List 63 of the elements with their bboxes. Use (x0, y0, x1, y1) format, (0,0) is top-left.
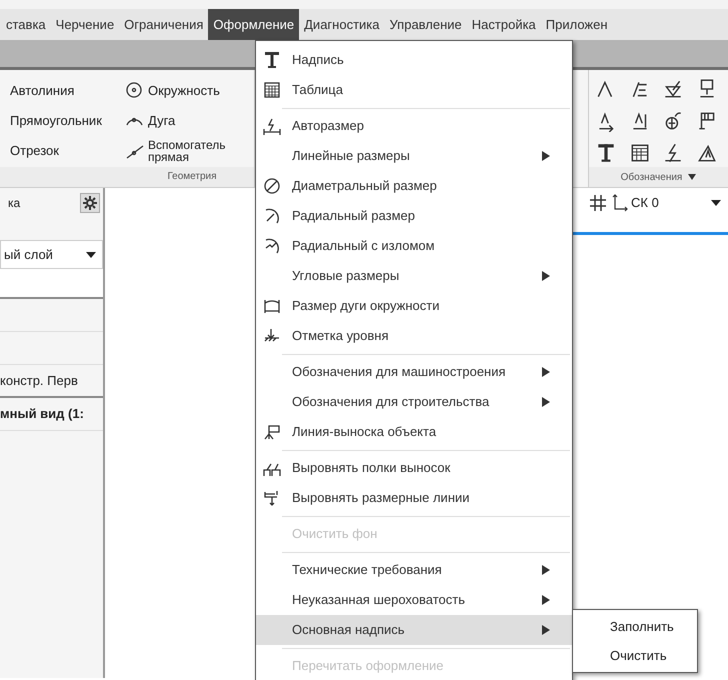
menu-bar-item[interactable]: Диагностика (299, 9, 384, 40)
ribbon-command[interactable]: Прямоугольник (10, 106, 125, 136)
menu-item[interactable]: Размер дуги окружности (256, 291, 572, 321)
menu-item[interactable]: Обозначения для машиностроения (256, 357, 572, 387)
menu-bar-item[interactable]: Ограничения (119, 9, 208, 40)
ribbon-tool[interactable]: Вспомогатель прямая (125, 136, 226, 166)
table-icon (262, 80, 282, 100)
tree-row[interactable]: констр. Перв (0, 365, 103, 398)
menu-item[interactable]: Угловые размеры (256, 261, 572, 291)
menu-item[interactable]: Выровнять размерные линии (256, 483, 572, 513)
text-icon (262, 50, 282, 70)
ribbon-tool[interactable]: Окружность (125, 76, 226, 106)
menu-item[interactable]: Авторазмер (256, 111, 572, 141)
ribbon-tool[interactable]: Дуга (125, 106, 226, 136)
tree-row[interactable]: мный вид (1: (0, 398, 103, 431)
submenu-arrow-icon (542, 625, 550, 635)
menu-bar-item[interactable]: ставка (1, 9, 51, 40)
dropdown-caret-icon (86, 252, 96, 258)
submenu-arrow-icon (542, 565, 550, 575)
axes-icon (611, 194, 629, 212)
ribbon-command[interactable]: Отрезок (10, 136, 125, 166)
submenu-arrow-icon (542, 595, 550, 605)
grid-icon[interactable] (589, 194, 607, 212)
input-field[interactable] (0, 269, 103, 299)
menu-item[interactable]: Неуказанная шероховатость (256, 585, 572, 615)
layer-dropdown[interactable]: ый слой (0, 240, 103, 269)
menu-item[interactable]: Радиальный размер (256, 201, 572, 231)
menu-bar-item[interactable]: Настройка (466, 9, 541, 40)
menu-bar-item[interactable]: Управление (384, 9, 467, 40)
menu-item[interactable]: Технические требования (256, 555, 572, 585)
menu-item[interactable]: Выровнять полки выносок (256, 453, 572, 483)
menu-item[interactable]: Обозначения для строительства (256, 387, 572, 417)
dropdown-caret-icon[interactable] (688, 174, 696, 180)
menu-bar-item[interactable]: Оформление (208, 9, 300, 40)
settings-button[interactable] (80, 193, 100, 213)
menu-item[interactable]: Основная надпись (256, 615, 572, 645)
triangle-icon[interactable] (696, 142, 718, 164)
group-label: Обозначения (620, 170, 682, 184)
settings-icon (83, 196, 97, 210)
panel-title: ка (7, 195, 20, 212)
menu-item[interactable]: Диаметральный размер (256, 171, 572, 201)
coordinate-system-select[interactable]: СК 0 (611, 193, 721, 213)
menu-item[interactable]: Радиальный с изломом (256, 231, 572, 261)
submenu-arrow-icon (542, 397, 550, 407)
weld-mark-icon[interactable] (662, 78, 684, 100)
ribbon-command[interactable]: Автолиния (10, 76, 125, 106)
group-label: Геометрия (0, 167, 254, 187)
menu-bar-item[interactable]: Приложен (540, 9, 613, 40)
submenu-arrow-icon (542, 271, 550, 281)
table-icon[interactable] (628, 142, 650, 164)
diameter-icon (262, 176, 282, 196)
menu-item[interactable]: Отметка уровня (256, 321, 572, 351)
submenu-arrow-icon (542, 151, 550, 161)
menu-item[interactable]: Таблица (256, 75, 572, 105)
menu-item[interactable]: Линия-выноска объекта (256, 417, 572, 447)
menu-item[interactable]: Заполнить (573, 612, 697, 641)
submenu-arrow-icon (542, 367, 550, 377)
menu-item[interactable]: Надпись (256, 45, 572, 75)
menu-item[interactable]: Очистить (573, 641, 697, 670)
auto-dimension-icon (262, 116, 282, 136)
dropdown-caret-icon (711, 200, 721, 206)
menu-bar-item[interactable]: Черчение (50, 9, 120, 40)
menu-item[interactable]: Линейные размеры (256, 141, 572, 171)
